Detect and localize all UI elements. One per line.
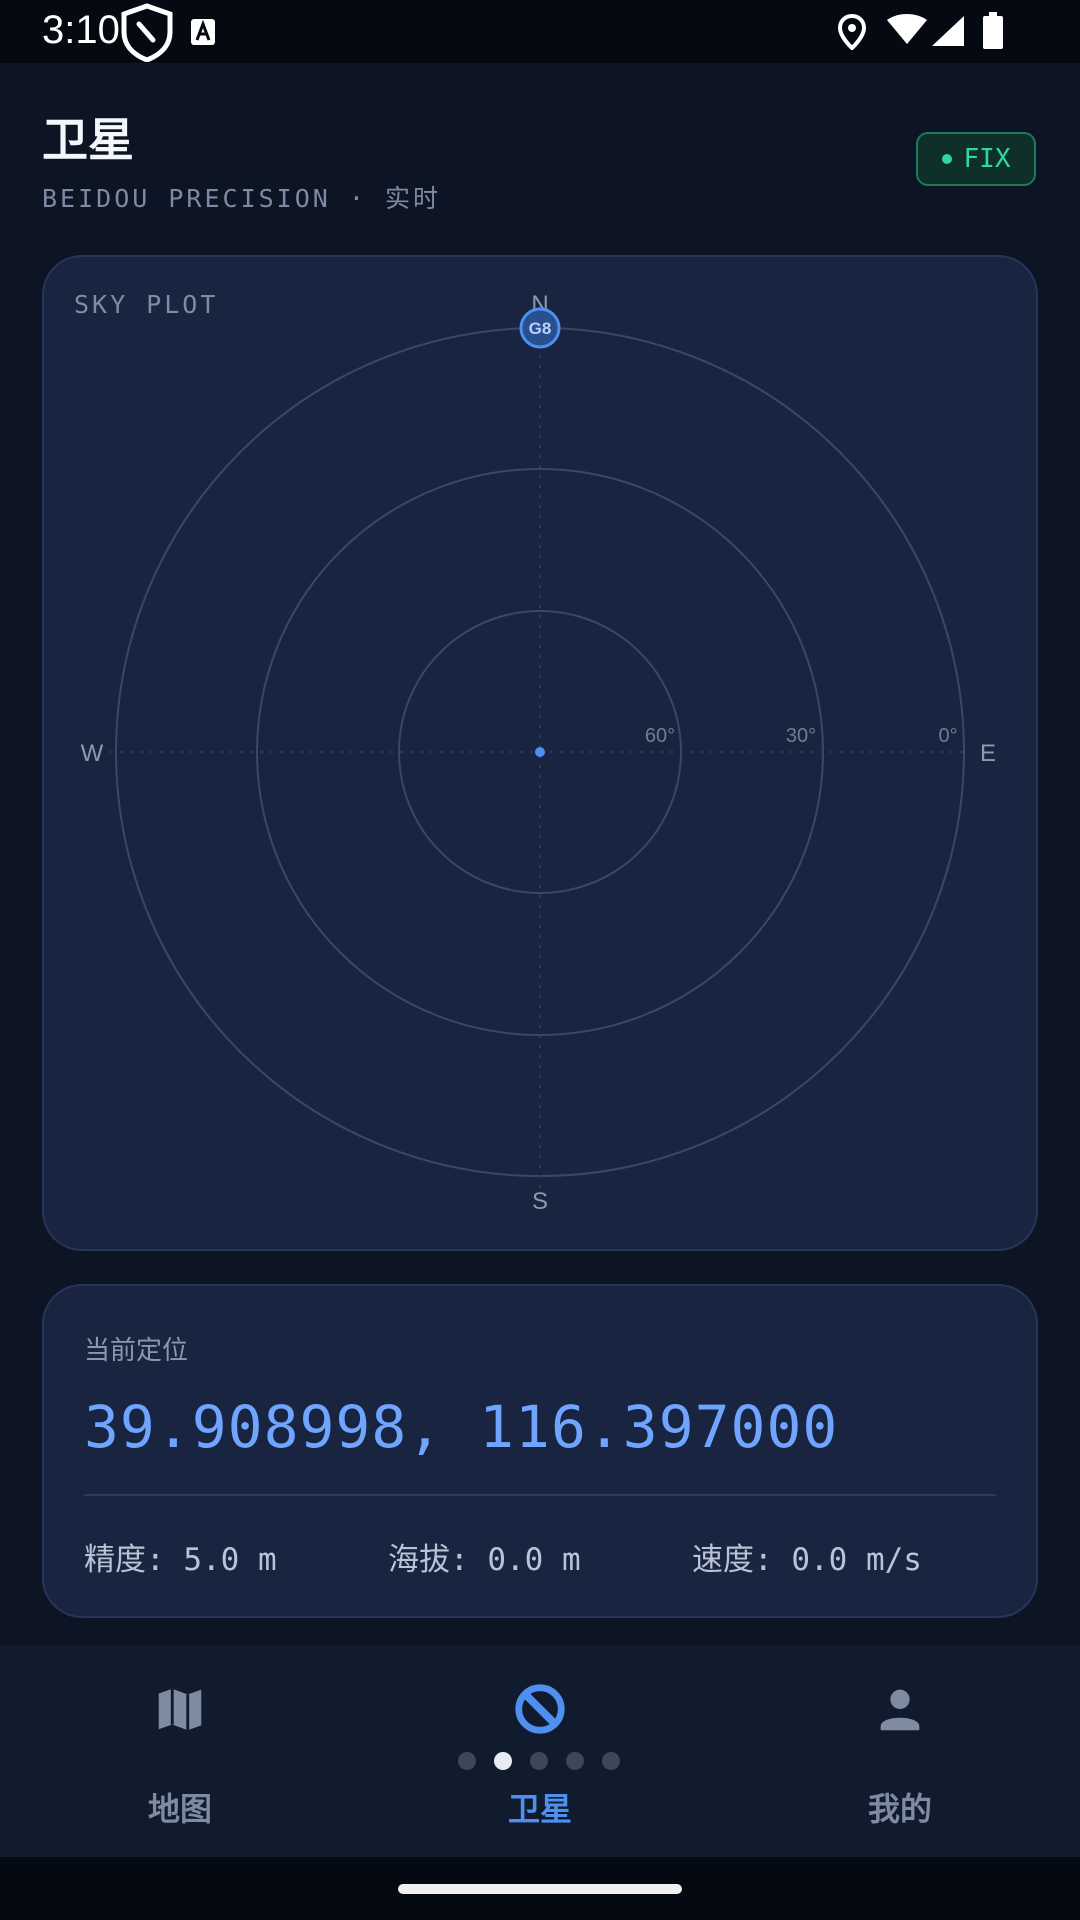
elevation-label-0: 0° xyxy=(938,725,957,747)
satellite-layer: G8 xyxy=(519,307,561,349)
elevation-label-60: 60° xyxy=(645,725,675,747)
accuracy-value: 精度: 5.0 m xyxy=(84,1542,277,1578)
compass-south: S xyxy=(532,1188,548,1215)
map-icon xyxy=(158,1688,202,1731)
sky-plot[interactable]: N S W E 60° 30° 0° G8 xyxy=(0,0,1080,1260)
satellite-label: G8 xyxy=(529,319,552,338)
position-label: 当前定位 xyxy=(84,1336,189,1366)
compass-east: E xyxy=(980,740,996,767)
pager-dot xyxy=(566,1752,584,1770)
pager-dot xyxy=(458,1752,476,1770)
satellite-marker[interactable]: G8 xyxy=(519,307,561,349)
position-coordinates: 39.908998, 116.397000 xyxy=(84,1393,839,1461)
nav-item-map[interactable]: 地图 xyxy=(80,1680,280,1830)
center-dot xyxy=(535,747,545,757)
pager-dot xyxy=(530,1752,548,1770)
nav-label-profile: 我的 xyxy=(867,1790,932,1828)
person-icon xyxy=(880,1689,920,1731)
nav-label-map: 地图 xyxy=(147,1790,212,1828)
position-divider xyxy=(84,1494,996,1496)
elevation-label-30: 30° xyxy=(786,725,816,747)
satellite-icon xyxy=(515,1684,565,1734)
pager-dot xyxy=(602,1752,620,1770)
nav-item-profile[interactable]: 我的 xyxy=(800,1680,1000,1830)
nav-label-satellite: 卫星 xyxy=(507,1790,572,1828)
altitude-value: 海拔: 0.0 m xyxy=(388,1542,581,1578)
pager-dot xyxy=(494,1752,512,1770)
compass-west: W xyxy=(81,740,104,767)
gesture-handle[interactable] xyxy=(398,1884,682,1894)
speed-value: 速度: 0.0 m/s xyxy=(692,1542,922,1578)
